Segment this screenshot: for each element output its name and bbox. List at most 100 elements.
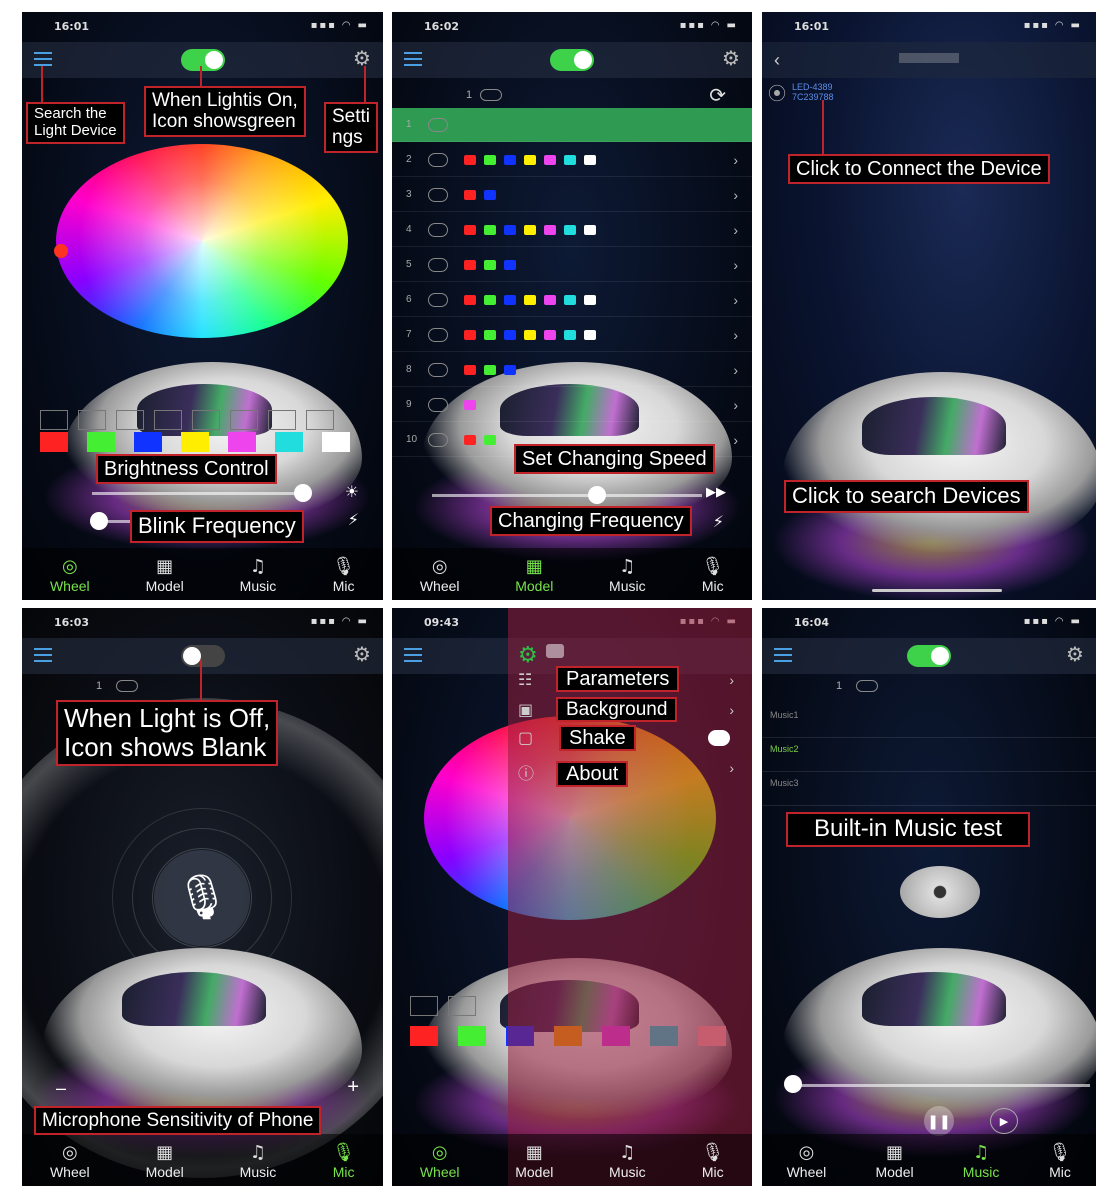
nav-wheel[interactable]: ◎ Wheel [420,556,460,594]
nav-mic[interactable]: 🎙 Mic [701,1142,724,1180]
custom-swatch[interactable] [192,410,220,430]
power-toggle[interactable] [180,49,225,71]
gear-icon[interactable]: ⚙ [518,642,538,668]
menu-background[interactable]: Background [556,697,678,723]
speed-knob[interactable] [588,486,606,504]
song-item[interactable]: Music1 [762,704,1096,738]
mic-icon[interactable]: 🎙 [154,850,250,946]
nav-music[interactable]: ♫ Music [240,556,277,594]
power-toggle[interactable] [550,49,594,71]
callout-frequency: Changing Frequency [490,506,692,537]
mic-icon: 🎙 [332,1142,356,1163]
color-swatch[interactable] [275,432,303,452]
mode-row[interactable]: 6 › [392,283,752,317]
model-icon: ▦ [156,1142,174,1163]
progress-slider[interactable] [790,1084,1090,1087]
custom-swatch[interactable] [116,410,144,430]
custom-swatch[interactable] [306,410,334,430]
menu-parameters[interactable]: Parameters [556,666,680,693]
chevron-right-icon: › [733,186,738,203]
gear-icon[interactable]: ⚙ [722,49,742,69]
mode-row[interactable]: 9 › [392,388,752,422]
color-swatch[interactable] [458,1026,486,1046]
callout-search-device: Search the Light Device [26,102,125,144]
mode-row[interactable]: 2 › [392,143,752,177]
menu-shake[interactable]: Shake [559,725,636,752]
callout-line [364,66,366,104]
nav-mic[interactable]: 🎙 Mic [1049,1142,1072,1180]
nav-wheel[interactable]: ◎ Wheel [50,556,90,594]
nav-mic[interactable]: 🎙 Mic [332,556,355,594]
nav-model[interactable]: ▦ Model [875,1142,913,1180]
next-icon[interactable]: ▶ [990,1108,1018,1134]
shake-toggle[interactable] [708,730,730,746]
nav-model[interactable]: ▦ Model [146,1142,184,1180]
top-bar: ‹ [762,42,1096,78]
nav-model[interactable]: ▦ Model [146,556,184,594]
plus-icon[interactable]: + [347,1076,359,1099]
mode-row[interactable]: 1 [392,108,752,142]
disc-icon [900,866,980,918]
color-swatch[interactable] [322,432,350,452]
blink-knob[interactable] [90,512,108,530]
gear-icon[interactable]: ⚙ [353,49,373,69]
nav-model[interactable]: ▦ Model [515,556,553,594]
song-item[interactable]: Music3 [762,772,1096,806]
pause-icon[interactable]: ❚❚ [924,1106,954,1136]
custom-swatch[interactable] [410,996,438,1016]
menu-about[interactable]: About [556,761,629,788]
custom-swatch[interactable] [268,410,296,430]
color-picker-knob[interactable] [54,244,68,258]
screen-music: 16:04 ▪▪▪ ◠ ▬ ⚙ 1 Music1 Music2 Music3 ❚❚… [762,608,1096,1186]
color-swatch[interactable] [87,432,115,452]
menu-icon[interactable] [404,52,422,66]
brightness-knob[interactable] [294,484,312,502]
mode-row[interactable]: 4 › [392,213,752,247]
color-swatch[interactable] [228,432,256,452]
mode-color-dot [584,329,596,340]
menu-icon[interactable] [774,648,792,662]
back-icon[interactable]: ‹ [774,50,780,71]
custom-swatch[interactable] [154,410,182,430]
custom-swatch[interactable] [78,410,106,430]
minus-icon[interactable]: – [56,1078,66,1099]
custom-swatch[interactable] [448,996,476,1016]
custom-swatch[interactable] [230,410,258,430]
drawer-toggle[interactable] [546,644,564,658]
song-item-active[interactable]: Music2 [762,738,1096,772]
progress-knob[interactable] [784,1075,802,1093]
nav-mic[interactable]: 🎙 Mic [332,1142,355,1180]
device-row[interactable]: 1 ⟳ [392,78,752,112]
color-swatch[interactable] [134,432,162,452]
brightness-slider[interactable] [92,492,302,495]
nav-music[interactable]: ♫ Music [240,1142,277,1180]
nav-mic[interactable]: 🎙 Mic [701,556,724,594]
speed-slider[interactable] [432,494,702,497]
status-time: 09:43 [424,616,460,629]
power-toggle[interactable] [180,645,225,667]
refresh-icon[interactable]: ⟳ [709,83,726,108]
nav-wheel[interactable]: ◎ Wheel [787,1142,827,1180]
nav-music[interactable]: ♫ Music [609,556,646,594]
menu-icon[interactable] [34,52,52,66]
mode-row[interactable]: 3 › [392,178,752,212]
mode-colors [464,294,596,305]
mode-row[interactable]: 5 › [392,248,752,282]
menu-icon[interactable] [404,648,422,662]
menu-icon[interactable] [34,648,52,662]
gear-icon[interactable]: ⚙ [353,645,373,665]
power-toggle[interactable] [907,645,951,667]
nav-music[interactable]: ♫ Music [609,1142,646,1180]
color-swatch[interactable] [40,432,68,452]
nav-wheel[interactable]: ◎ Wheel [420,1142,460,1180]
custom-swatch[interactable] [40,410,68,430]
gear-icon[interactable]: ⚙ [1066,645,1086,665]
mode-row[interactable]: 7 › [392,318,752,352]
color-wheel[interactable] [56,144,348,338]
nav-music[interactable]: ♫ Music [963,1142,1000,1180]
nav-model[interactable]: ▦ Model [515,1142,553,1180]
mode-row[interactable]: 8 › [392,353,752,387]
color-swatch[interactable] [410,1026,438,1046]
color-swatch[interactable] [181,432,209,452]
nav-wheel[interactable]: ◎ Wheel [50,1142,90,1180]
